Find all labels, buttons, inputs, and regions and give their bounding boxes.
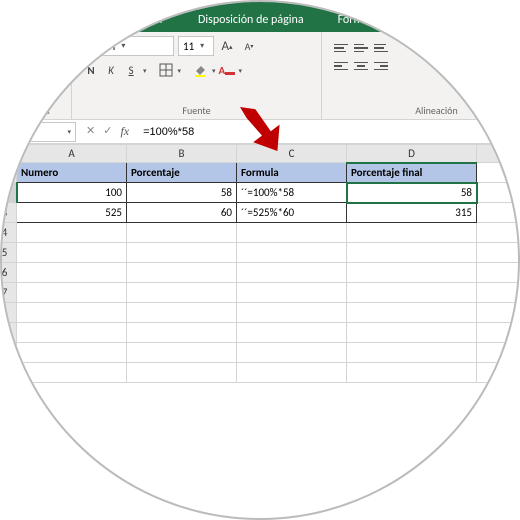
cell-A3[interactable]: 525 — [17, 203, 127, 223]
spreadsheet-grid[interactable]: A B C D 1 Numero Porcentaje Formula Porc… — [0, 144, 520, 383]
fx-icon[interactable]: fx — [120, 124, 129, 139]
row-header-2[interactable]: 2 — [0, 183, 17, 203]
row-header-1[interactable]: 1 — [0, 163, 17, 183]
cell-B1[interactable]: Porcentaje — [127, 163, 237, 183]
italic-button[interactable]: K — [102, 60, 120, 80]
row-header-7[interactable]: 7 — [0, 283, 17, 303]
align-top-icon[interactable] — [332, 40, 350, 56]
col-header-A[interactable]: A — [17, 145, 127, 163]
cell-A2[interactable]: 100 — [17, 183, 127, 203]
tab-insert[interactable]: Insertar — [112, 7, 178, 32]
name-box[interactable]: D2▾ — [4, 122, 76, 142]
ribbon-tabs: Insertar Disposición de página Fórmulas — [0, 2, 520, 32]
cell-C1[interactable]: Formula — [237, 163, 347, 183]
clipboard-group: apapeles — [0, 32, 72, 119]
row-header-11[interactable]: 11 — [0, 363, 17, 383]
clipboard-label: apapeles — [13, 102, 49, 117]
select-all-corner[interactable] — [0, 145, 17, 163]
bold-button[interactable]: N — [82, 60, 100, 80]
font-size-combo[interactable]: 11▾ — [178, 36, 214, 56]
cell-D1[interactable]: Porcentaje final — [347, 163, 477, 183]
alignment-group: Alineación — [322, 32, 520, 119]
row-header-9[interactable]: 9 — [0, 323, 17, 343]
col-header-B[interactable]: B — [127, 145, 237, 163]
cell-D3[interactable]: 315 — [347, 203, 477, 223]
copy-icon[interactable] — [39, 64, 57, 80]
row-header-10[interactable]: 10 — [0, 343, 17, 363]
row-header-4[interactable]: 4 — [0, 223, 17, 243]
cell-C3[interactable]: ´´=525%*60 — [237, 203, 347, 223]
align-left-icon[interactable] — [332, 58, 350, 74]
increase-font-icon[interactable]: A▴ — [218, 36, 236, 56]
cancel-formula-icon[interactable]: ✕ — [86, 124, 95, 139]
fill-color-button[interactable] — [191, 60, 209, 80]
row-header-8[interactable]: 8 — [0, 303, 17, 323]
font-group: Calibri▾ 11▾ A▴ A▾ N K S▾ ▾ ▾ A▾ Fuente — [72, 32, 322, 119]
cell-B2[interactable]: 58 — [127, 183, 237, 203]
cell-A1[interactable]: Numero — [17, 163, 127, 183]
confirm-formula-icon[interactable]: ✓ — [103, 124, 112, 139]
row-header-6[interactable]: 6 — [0, 263, 17, 283]
align-bottom-icon[interactable] — [372, 40, 390, 56]
align-middle-icon[interactable] — [352, 40, 370, 56]
font-color-button[interactable]: A — [218, 60, 236, 80]
decrease-font-icon[interactable]: A▾ — [240, 36, 258, 56]
format-painter-icon[interactable] — [39, 82, 59, 102]
cell-D2[interactable]: 58 — [347, 183, 477, 203]
cell-B3[interactable]: 60 — [127, 203, 237, 223]
tab-formulas[interactable]: Fórmulas — [324, 7, 397, 32]
align-center-icon[interactable] — [352, 58, 370, 74]
cut-icon[interactable] — [39, 46, 57, 62]
row-header-3[interactable]: 3 — [0, 203, 17, 223]
alignment-group-label: Alineación — [332, 102, 520, 117]
cell-C2[interactable]: ´´=100%*58 — [237, 183, 347, 203]
borders-button[interactable] — [157, 60, 175, 80]
align-right-icon[interactable] — [372, 58, 390, 74]
col-header-D[interactable]: D — [347, 145, 477, 163]
underline-button[interactable]: S — [122, 60, 140, 80]
clipboard-icon[interactable] — [5, 46, 35, 80]
tab-page-layout[interactable]: Disposición de página — [184, 7, 318, 32]
annotation-arrow-icon — [240, 107, 284, 151]
row-header-5[interactable]: 5 — [0, 243, 17, 263]
font-name-combo[interactable]: Calibri▾ — [82, 36, 174, 56]
formula-input[interactable] — [137, 126, 520, 138]
